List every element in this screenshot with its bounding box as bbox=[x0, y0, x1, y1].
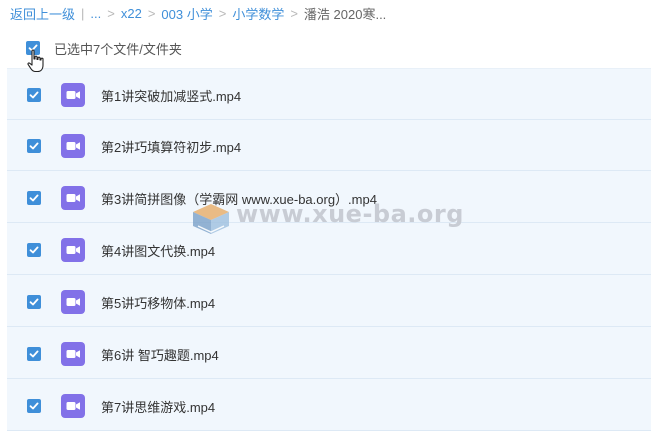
file-name[interactable]: 第1讲突破加减竖式.mp4 bbox=[101, 86, 241, 105]
watermark-text: www.xue-ba.org bbox=[236, 200, 464, 228]
row-checkbox[interactable] bbox=[27, 399, 41, 413]
breadcrumb-separator: > bbox=[147, 5, 156, 21]
hand-pointer-icon bbox=[27, 49, 44, 73]
video-file-icon bbox=[61, 186, 85, 210]
video-file-icon bbox=[61, 342, 85, 366]
breadcrumb-separator: > bbox=[107, 5, 115, 21]
row-checkbox[interactable] bbox=[27, 88, 41, 102]
breadcrumb-item-math[interactable]: 小学数学 bbox=[232, 4, 284, 23]
file-name[interactable]: 第4讲图文代换.mp4 bbox=[101, 241, 215, 260]
check-icon bbox=[29, 194, 39, 202]
file-row[interactable]: 第4讲图文代换.mp4 bbox=[7, 224, 651, 275]
file-name[interactable]: 第6讲 智巧趣题.mp4 bbox=[101, 345, 219, 364]
back-link[interactable]: 返回上一级 bbox=[10, 4, 75, 23]
breadcrumb: 返回上一级 | ... > x22 > 003 小学 > 小学数学 > 潘浩 2… bbox=[10, 4, 386, 22]
book-logo-icon bbox=[193, 204, 229, 234]
breadcrumb-item-x22[interactable]: x22 bbox=[121, 6, 142, 21]
file-row[interactable]: 第5讲巧移物体.mp4 bbox=[7, 276, 651, 327]
row-checkbox[interactable] bbox=[27, 243, 41, 257]
breadcrumb-separator: > bbox=[218, 5, 227, 21]
row-checkbox[interactable] bbox=[27, 191, 41, 205]
check-icon bbox=[29, 246, 39, 254]
row-checkbox[interactable] bbox=[27, 347, 41, 361]
file-list: 第1讲突破加减竖式.mp4 第2讲巧填算符初步.mp4 第3讲简拼图像（学霸网 … bbox=[7, 68, 651, 431]
file-row[interactable]: 第2讲巧填算符初步.mp4 bbox=[7, 120, 651, 171]
file-name[interactable]: 第2讲巧填算符初步.mp4 bbox=[101, 137, 241, 156]
check-icon bbox=[29, 298, 39, 306]
video-file-icon bbox=[61, 290, 85, 314]
check-icon bbox=[29, 142, 39, 150]
video-file-icon bbox=[61, 238, 85, 262]
row-checkbox[interactable] bbox=[27, 295, 41, 309]
check-icon bbox=[29, 402, 39, 410]
video-file-icon bbox=[61, 83, 85, 107]
file-row[interactable]: 第1讲突破加减竖式.mp4 bbox=[7, 69, 651, 120]
check-icon bbox=[29, 91, 39, 99]
selection-bar: 已选中7个文件/文件夹 bbox=[26, 39, 182, 57]
file-row[interactable]: 第6讲 智巧趣题.mp4 bbox=[7, 328, 651, 379]
selection-count-label: 已选中7个文件/文件夹 bbox=[54, 41, 182, 57]
row-checkbox[interactable] bbox=[27, 139, 41, 153]
breadcrumb-separator: > bbox=[290, 5, 298, 21]
breadcrumb-ellipsis[interactable]: ... bbox=[90, 6, 101, 21]
file-name[interactable]: 第5讲巧移物体.mp4 bbox=[101, 293, 215, 312]
file-name[interactable]: 第7讲思维游戏.mp4 bbox=[101, 397, 215, 416]
check-icon bbox=[29, 350, 39, 358]
video-file-icon bbox=[61, 134, 85, 158]
breadcrumb-separator: | bbox=[81, 5, 85, 21]
breadcrumb-current: 潘浩 2020寒... bbox=[303, 6, 387, 22]
file-row[interactable]: 第7讲思维游戏.mp4 bbox=[7, 380, 651, 431]
breadcrumb-item-003[interactable]: 003 小学 bbox=[161, 4, 212, 23]
video-file-icon bbox=[61, 394, 85, 418]
